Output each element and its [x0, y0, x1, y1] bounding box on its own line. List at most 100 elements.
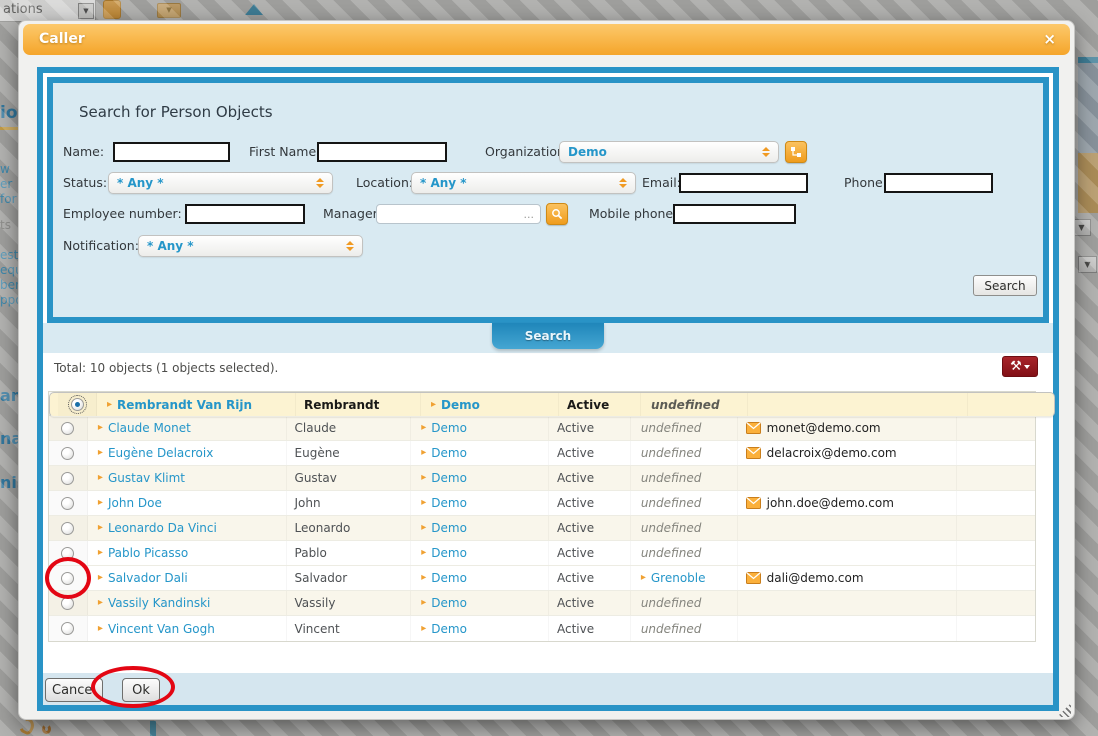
row-radio-button[interactable] — [61, 597, 74, 610]
dialog-content-frame: Search for Person Objects Name: First Na… — [37, 67, 1059, 711]
status-select[interactable]: * Any * — [108, 172, 333, 194]
tools-icon: ⚒ — [1010, 359, 1022, 374]
organization-link[interactable]: Demo — [431, 521, 467, 535]
background-block — [1078, 153, 1098, 213]
location-cell: undefined — [631, 466, 738, 490]
row-radio-button[interactable] — [61, 572, 74, 585]
row-radio-button[interactable] — [61, 522, 74, 535]
resize-grip[interactable] — [1057, 703, 1071, 717]
radio-cell — [58, 393, 97, 416]
email-field[interactable] — [679, 173, 808, 193]
dialog-titlebar[interactable]: Caller × — [23, 24, 1070, 55]
close-icon[interactable]: × — [1043, 24, 1056, 55]
person-link[interactable]: Claude Monet — [108, 421, 191, 435]
phone-label: Phone: — [844, 172, 887, 194]
email-text: monet@demo.com — [767, 421, 881, 435]
chevron-down-icon — [1024, 365, 1030, 369]
search-button[interactable]: Search — [973, 275, 1037, 296]
organization-cell: ▸Demo — [411, 466, 549, 490]
organization-cell: ▸Demo — [411, 566, 549, 590]
email-text: dali@demo.com — [767, 571, 864, 585]
notification-select[interactable]: * Any * — [138, 235, 363, 257]
row-radio-button[interactable] — [61, 447, 74, 460]
location-select-value: * Any * — [420, 176, 613, 190]
organization-link[interactable]: Demo — [431, 571, 467, 585]
location-undefined-text: undefined — [641, 471, 702, 485]
organization-cell: ▸Demo — [411, 616, 549, 641]
person-link[interactable]: Vincent Van Gogh — [108, 622, 215, 636]
select-arrows-icon — [346, 241, 354, 251]
organization-link[interactable]: Demo — [431, 421, 467, 435]
link-arrow-icon: ▸ — [98, 448, 103, 458]
table-row: ▸Vincent Van GoghVincent▸DemoActiveundef… — [49, 616, 1035, 641]
phone-field[interactable] — [884, 173, 993, 193]
organization-link[interactable]: Demo — [431, 622, 467, 636]
notification-select-value: * Any * — [147, 239, 340, 253]
organization-link[interactable]: Demo — [441, 398, 480, 412]
location-cell: undefined — [641, 393, 748, 416]
background-text-fragment: er — [0, 177, 12, 191]
link-arrow-icon: ▸ — [431, 400, 436, 410]
person-link[interactable]: Pablo Picasso — [108, 546, 188, 560]
person-link[interactable]: Salvador Dali — [108, 571, 188, 585]
ok-button[interactable]: Ok — [122, 678, 160, 702]
mobile-phone-field[interactable] — [673, 204, 796, 224]
organization-tree-button[interactable] — [785, 141, 807, 163]
location-select[interactable]: * Any * — [411, 172, 636, 194]
person-link[interactable]: Rembrandt Van Rijn — [117, 398, 252, 412]
person-link[interactable]: John Doe — [108, 496, 162, 510]
row-radio-button[interactable] — [61, 422, 74, 435]
first-name-label: First Name: — [249, 141, 320, 163]
form-row: Name: First Name: Organization: Demo — [53, 141, 1043, 163]
person-link[interactable]: Gustav Klimt — [108, 471, 185, 485]
table-tools-button[interactable]: ⚒ — [1002, 356, 1038, 377]
background-text-fragment: ts — [0, 218, 11, 232]
radio-cell — [49, 591, 88, 615]
organization-link[interactable]: Demo — [431, 546, 467, 560]
location-cell: undefined — [631, 491, 738, 515]
organization-link[interactable]: Demo — [431, 446, 467, 460]
name-field[interactable] — [113, 142, 230, 162]
organization-link[interactable]: Demo — [431, 471, 467, 485]
person-link[interactable]: Leonardo Da Vinci — [108, 521, 217, 535]
row-radio-button[interactable] — [61, 497, 74, 510]
table-row: ▸Leonardo Da VinciLeonardo▸DemoActiveund… — [49, 516, 1035, 541]
link-arrow-icon: ▸ — [98, 598, 103, 608]
person-cell: ▸Salvador Dali — [88, 566, 287, 590]
phone-cell — [957, 491, 1035, 515]
search-tab[interactable]: Search — [492, 323, 604, 349]
table-row: ▸Pablo PicassoPablo▸DemoActiveundefined — [49, 541, 1035, 566]
organization-select[interactable]: Demo — [559, 141, 779, 163]
organization-cell: ▸Demo — [411, 416, 549, 440]
row-radio-button[interactable] — [61, 547, 74, 560]
email-cell: monet@demo.com — [738, 416, 958, 440]
radio-cell — [49, 566, 88, 590]
person-link[interactable]: Eugène Delacroix — [108, 446, 213, 460]
form-row: Status: * Any * Location: * Any * Email:… — [53, 172, 1043, 194]
person-link[interactable]: Vassily Kandinski — [108, 596, 210, 610]
first-name-field[interactable] — [317, 142, 447, 162]
notification-label: Notification: — [63, 235, 139, 257]
background-orange-button — [103, 0, 121, 19]
cancel-button[interactable]: Cancel — [45, 678, 103, 702]
employee-number-field[interactable] — [185, 204, 305, 224]
table-row: ▸Rembrandt Van RijnRembrandt▸DemoActiveu… — [49, 392, 1055, 417]
organization-link[interactable]: Demo — [431, 496, 467, 510]
row-radio-button[interactable] — [61, 472, 74, 485]
location-link[interactable]: Grenoble — [651, 571, 706, 585]
row-radio-button[interactable] — [61, 622, 74, 635]
organization-cell: ▸Demo — [411, 441, 549, 465]
email-cell: dali@demo.com — [738, 566, 958, 590]
manager-field[interactable]: ... — [376, 204, 541, 224]
table-row: ▸John DoeJohn▸DemoActiveundefinedjohn.do… — [49, 491, 1035, 516]
status-cell: Active — [549, 616, 631, 641]
email-cell — [738, 516, 958, 540]
email-text: delacroix@demo.com — [767, 446, 897, 460]
person-cell: ▸Leonardo Da Vinci — [88, 516, 287, 540]
first-name-cell: Vassily — [287, 591, 412, 615]
form-heading: Search for Person Objects — [79, 103, 273, 121]
radio-cell — [49, 491, 88, 515]
organization-link[interactable]: Demo — [431, 596, 467, 610]
manager-lookup-button[interactable] — [546, 203, 568, 225]
row-radio-button[interactable] — [71, 398, 84, 411]
